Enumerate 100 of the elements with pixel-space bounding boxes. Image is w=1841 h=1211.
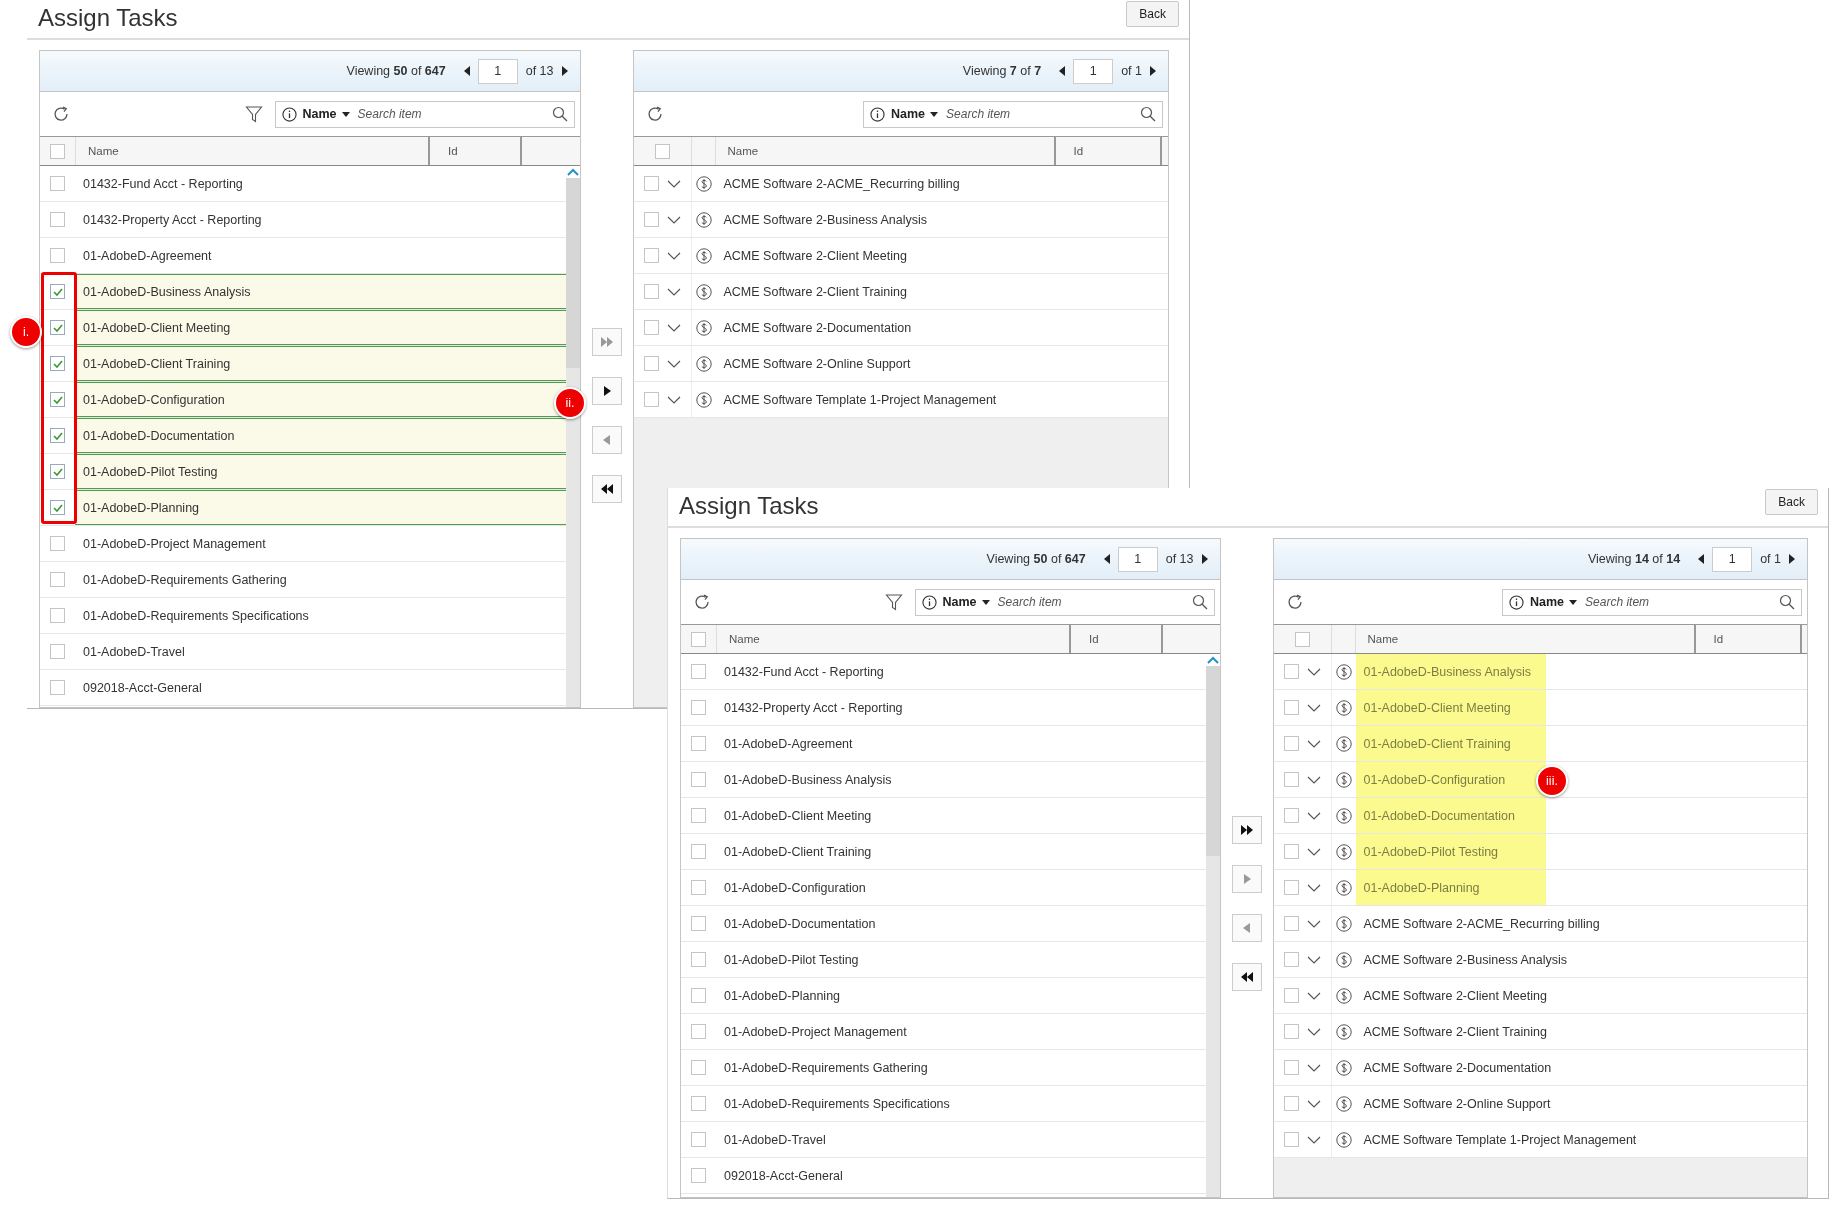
row-checkbox[interactable]: [1283, 844, 1299, 859]
row-checkbox[interactable]: [1283, 880, 1299, 895]
row-checkbox[interactable]: [50, 284, 65, 299]
row-checkbox[interactable]: [1283, 700, 1299, 715]
row-checkbox[interactable]: [1283, 1024, 1299, 1039]
chevron-down-icon[interactable]: [1306, 811, 1321, 820]
info-icon[interactable]: [921, 594, 937, 610]
row-checkbox[interactable]: [691, 664, 706, 679]
search-field[interactable]: Name Search item: [1502, 588, 1802, 616]
search-field[interactable]: Name Search item: [863, 100, 1163, 128]
chevron-down-icon[interactable]: [666, 395, 681, 404]
row-checkbox[interactable]: [691, 1096, 706, 1111]
row-checkbox[interactable]: [691, 916, 706, 931]
chevron-down-icon[interactable]: [1306, 1027, 1321, 1036]
row-checkbox[interactable]: [643, 284, 659, 299]
row-checkbox[interactable]: [1283, 664, 1299, 679]
row-checkbox[interactable]: [643, 176, 659, 191]
row-checkbox[interactable]: [691, 772, 706, 787]
previous-page-icon[interactable]: [1059, 66, 1066, 76]
row-checkbox[interactable]: [643, 248, 659, 263]
search-field[interactable]: Name Search item: [914, 588, 1215, 616]
row-checkbox[interactable]: [50, 176, 65, 191]
next-page-icon[interactable]: [1201, 554, 1208, 564]
row-checkbox[interactable]: [50, 500, 65, 515]
info-icon[interactable]: [870, 106, 885, 122]
next-page-icon[interactable]: [561, 66, 568, 76]
row-checkbox[interactable]: [691, 736, 706, 751]
select-all-checkbox[interactable]: [654, 143, 670, 159]
row-checkbox[interactable]: [691, 1168, 706, 1183]
chevron-down-icon[interactable]: [1306, 739, 1321, 748]
chevron-down-icon[interactable]: [1306, 991, 1321, 1000]
field-dropdown[interactable]: Name: [942, 595, 990, 609]
info-icon[interactable]: [1509, 594, 1524, 610]
move-all-button[interactable]: [591, 475, 622, 503]
chevron-down-icon[interactable]: [1306, 1135, 1321, 1144]
row-checkbox[interactable]: [1283, 808, 1299, 823]
row-checkbox[interactable]: [691, 1060, 706, 1075]
row-checkbox[interactable]: [50, 644, 65, 659]
chevron-down-icon[interactable]: [666, 179, 681, 188]
row-checkbox[interactable]: [643, 356, 659, 371]
row-checkbox[interactable]: [691, 1024, 706, 1039]
page-input[interactable]: 1: [1073, 58, 1114, 84]
filter-icon[interactable]: [244, 105, 263, 123]
previous-page-icon[interactable]: [1103, 554, 1110, 564]
move-all-button[interactable]: [1231, 816, 1262, 844]
chevron-down-icon[interactable]: [666, 359, 681, 368]
row-checkbox[interactable]: [1283, 952, 1299, 967]
row-checkbox[interactable]: [50, 680, 65, 695]
row-checkbox[interactable]: [1283, 916, 1299, 931]
chevron-down-icon[interactable]: [666, 215, 681, 224]
row-checkbox[interactable]: [1283, 1060, 1299, 1075]
row-checkbox[interactable]: [1283, 772, 1299, 787]
chevron-down-icon[interactable]: [1306, 667, 1321, 676]
chevron-down-icon[interactable]: [1306, 703, 1321, 712]
row-checkbox[interactable]: [691, 844, 706, 859]
row-checkbox[interactable]: [50, 392, 65, 407]
next-page-icon[interactable]: [1150, 66, 1156, 76]
back-button[interactable]: Back: [1126, 1, 1179, 27]
refresh-icon[interactable]: [645, 105, 664, 123]
next-page-icon[interactable]: [1789, 554, 1795, 564]
row-checkbox[interactable]: [691, 1132, 706, 1147]
row-checkbox[interactable]: [691, 952, 706, 967]
field-dropdown[interactable]: Name: [1530, 595, 1578, 609]
row-checkbox[interactable]: [643, 320, 659, 335]
chevron-down-icon[interactable]: [666, 287, 681, 296]
row-checkbox[interactable]: [1283, 988, 1299, 1003]
page-input[interactable]: 1: [477, 58, 518, 84]
previous-page-icon[interactable]: [463, 66, 470, 76]
row-checkbox[interactable]: [691, 880, 706, 895]
move-all-button[interactable]: [1231, 963, 1262, 991]
row-checkbox[interactable]: [643, 392, 659, 407]
info-icon[interactable]: [281, 106, 297, 122]
row-checkbox[interactable]: [50, 536, 65, 551]
row-checkbox[interactable]: [1283, 1096, 1299, 1111]
back-button[interactable]: Back: [1765, 489, 1818, 515]
row-checkbox[interactable]: [643, 212, 659, 227]
chevron-down-icon[interactable]: [666, 323, 681, 332]
page-input[interactable]: 1: [1712, 546, 1753, 572]
row-checkbox[interactable]: [50, 356, 65, 371]
row-checkbox[interactable]: [50, 464, 65, 479]
row-checkbox[interactable]: [50, 248, 65, 263]
row-checkbox[interactable]: [1283, 736, 1299, 751]
chevron-down-icon[interactable]: [1306, 847, 1321, 856]
refresh-icon[interactable]: [693, 593, 711, 611]
row-checkbox[interactable]: [50, 428, 65, 443]
row-checkbox[interactable]: [691, 700, 706, 715]
row-checkbox[interactable]: [691, 808, 706, 823]
select-all-checkbox[interactable]: [691, 631, 706, 647]
chevron-down-icon[interactable]: [1306, 1063, 1321, 1072]
search-icon[interactable]: [551, 106, 568, 122]
previous-page-icon[interactable]: [1698, 554, 1705, 564]
chevron-down-icon[interactable]: [1306, 775, 1321, 784]
field-dropdown[interactable]: Name: [891, 107, 939, 121]
row-checkbox[interactable]: [50, 608, 65, 623]
chevron-down-icon[interactable]: [1306, 883, 1321, 892]
field-dropdown[interactable]: Name: [302, 107, 350, 121]
search-icon[interactable]: [1140, 106, 1156, 122]
chevron-down-icon[interactable]: [1306, 955, 1321, 964]
chevron-down-icon[interactable]: [666, 251, 681, 260]
refresh-icon[interactable]: [52, 105, 70, 123]
